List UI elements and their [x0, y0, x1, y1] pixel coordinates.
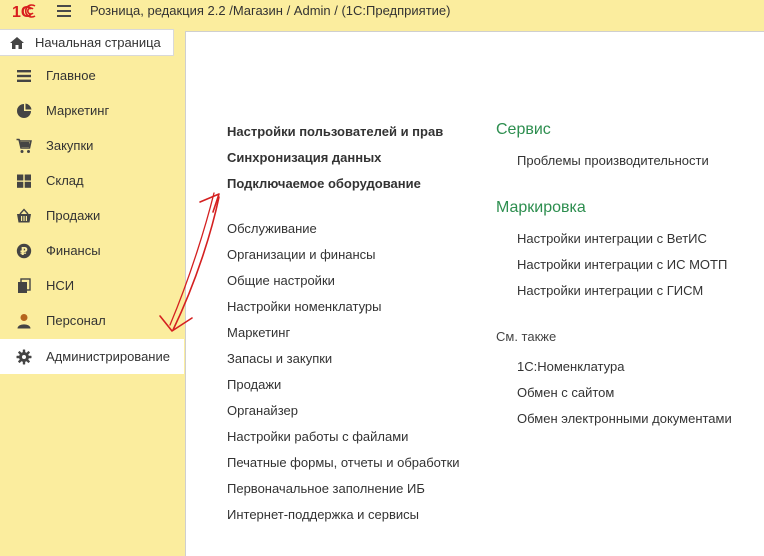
link-data-sync[interactable]: Синхронизация данных: [227, 150, 381, 165]
sidebar-item-finance[interactable]: ₽ Финансы: [0, 233, 184, 268]
link-organizer[interactable]: Органайзер: [227, 403, 298, 418]
link-file-settings[interactable]: Настройки работы с файлами: [227, 429, 408, 444]
logo-text: 1С: [12, 4, 33, 20]
link-user-settings[interactable]: Настройки пользователей и прав: [227, 124, 443, 139]
pie-chart-icon: [17, 103, 32, 118]
sidebar-item-administration[interactable]: Администрирование: [0, 339, 184, 374]
link-nomenclature-settings[interactable]: Настройки номенклатуры: [227, 299, 382, 314]
link-maintenance[interactable]: Обслуживание: [227, 221, 317, 236]
title-bar: 1С Розница, редакция 2.2 /Магазин / Admi…: [0, 0, 764, 23]
svg-text:₽: ₽: [20, 245, 28, 258]
sidebar: Главное Маркетинг Закупки Склад Продажи …: [0, 58, 184, 556]
link-print-forms[interactable]: Печатные формы, отчеты и обработки: [227, 455, 460, 470]
sidebar-item-label: Закупки: [46, 138, 94, 153]
1c-logo: 1С: [12, 4, 36, 20]
sidebar-item-label: Персонал: [46, 313, 106, 328]
cart-icon: [16, 138, 32, 153]
link-sales[interactable]: Продажи: [227, 377, 281, 392]
link-performance-problems[interactable]: Проблемы производительности: [517, 153, 709, 168]
sidebar-item-label: Финансы: [46, 243, 101, 258]
section-title-service: Сервис: [496, 121, 551, 138]
gear-icon: [16, 349, 32, 364]
sidebar-item-label: Администрирование: [46, 349, 170, 364]
sidebar-item-nsi[interactable]: НСИ: [0, 268, 184, 303]
link-connected-equipment[interactable]: Подключаемое оборудование: [227, 176, 421, 191]
tab-home-label: Начальная страница: [35, 35, 161, 50]
link-vetis-integration[interactable]: Настройки интеграции с ВетИС: [517, 231, 707, 246]
link-1c-nomenclature[interactable]: 1С:Номенклатура: [517, 359, 624, 374]
sidebar-item-label: Главное: [46, 68, 96, 83]
section-title-marking: Маркировка: [496, 199, 586, 216]
menu-icon[interactable]: [57, 5, 71, 17]
person-icon: [17, 313, 31, 328]
sidebar-item-label: Продажи: [46, 208, 101, 223]
link-organizations-finance[interactable]: Организации и финансы: [227, 247, 376, 262]
link-site-exchange[interactable]: Обмен с сайтом: [517, 385, 614, 400]
warehouse-grid-icon: [17, 174, 31, 188]
sidebar-item-label: Склад: [46, 173, 84, 188]
sidebar-item-label: Маркетинг: [46, 103, 110, 118]
link-initial-fill[interactable]: Первоначальное заполнение ИБ: [227, 481, 425, 496]
app-window: 1С Розница, редакция 2.2 /Магазин / Admi…: [0, 0, 764, 556]
sidebar-item-main[interactable]: Главное: [0, 58, 184, 93]
ruble-coin-icon: ₽: [16, 243, 32, 258]
basket-icon: [17, 207, 31, 222]
sidebar-item-warehouse[interactable]: Склад: [0, 163, 184, 198]
home-icon: [10, 36, 24, 49]
link-gism-integration[interactable]: Настройки интеграции с ГИСМ: [517, 283, 703, 298]
section-title-see-also: См. также: [496, 329, 557, 344]
link-marketing[interactable]: Маркетинг: [227, 325, 290, 340]
link-motp-integration[interactable]: Настройки интеграции с ИС МОТП: [517, 257, 727, 272]
content-panel: Настройки пользователей и прав Синхрониз…: [185, 31, 764, 556]
sidebar-item-sales[interactable]: Продажи: [0, 198, 184, 233]
menu-lines-icon: [17, 69, 31, 82]
tab-home[interactable]: Начальная страница: [0, 29, 174, 56]
window-title: Розница, редакция 2.2 /Магазин / Admin /…: [90, 3, 451, 18]
sidebar-item-purchases[interactable]: Закупки: [0, 128, 184, 163]
sidebar-item-marketing[interactable]: Маркетинг: [0, 93, 184, 128]
link-internet-support[interactable]: Интернет-поддержка и сервисы: [227, 507, 419, 522]
sidebar-item-personnel[interactable]: Персонал: [0, 303, 184, 338]
link-stock-purchases[interactable]: Запасы и закупки: [227, 351, 332, 366]
link-general-settings[interactable]: Общие настройки: [227, 273, 335, 288]
sidebar-item-label: НСИ: [46, 278, 75, 293]
link-edoc-exchange[interactable]: Обмен электронными документами: [517, 411, 732, 426]
documents-icon: [18, 277, 31, 293]
